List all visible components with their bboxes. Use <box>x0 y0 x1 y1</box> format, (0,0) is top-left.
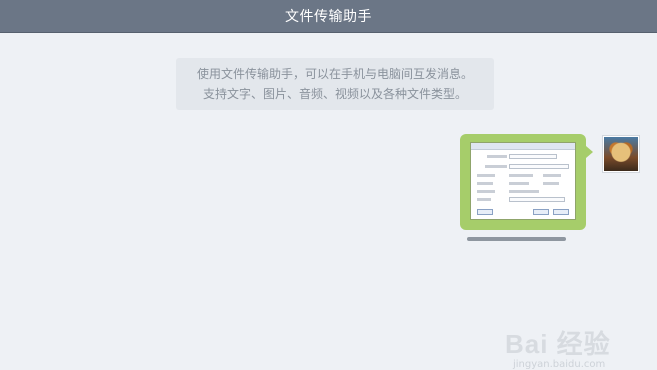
thumbnail-button <box>533 209 549 215</box>
baidu-watermark: Bai 经验 jingyan.baidu.com <box>505 324 611 370</box>
user-avatar-icon[interactable] <box>602 135 640 173</box>
thumbnail-button <box>553 209 569 215</box>
thumbnail-row <box>477 182 493 185</box>
image-message-bubble[interactable] <box>460 134 593 230</box>
thumbnail-row <box>477 190 495 193</box>
system-hint: 使用文件传输助手，可以在手机与电脑间互发消息。 支持文字、图片、音频、视频以及各… <box>176 58 494 110</box>
thumbnail-button <box>477 209 493 215</box>
thumbnail-row <box>487 155 507 158</box>
title-bar: 文件传输助手 <box>0 0 657 33</box>
hint-line-1: 使用文件传输助手，可以在手机与电脑间互发消息。 <box>196 67 473 81</box>
thumbnail-row <box>477 174 495 177</box>
image-thumbnail[interactable] <box>470 142 576 220</box>
thumbnail-row <box>543 174 561 177</box>
window-title: 文件传输助手 <box>285 9 372 25</box>
thumbnail-row <box>543 182 559 185</box>
avatar-image <box>604 137 638 171</box>
image-progress-bar <box>467 237 566 241</box>
thumbnail-row <box>509 174 533 177</box>
thumbnail-field <box>509 164 569 169</box>
thumbnail-row <box>509 182 529 185</box>
chat-message-area[interactable]: 使用文件传输助手，可以在手机与电脑间互发消息。 支持文字、图片、音频、视频以及各… <box>0 33 657 370</box>
thumbnail-field <box>509 197 565 202</box>
hint-line-2: 支持文字、图片、音频、视频以及各种文件类型。 <box>202 87 467 101</box>
thumbnail-row <box>477 198 491 201</box>
thumbnail-row <box>485 165 507 168</box>
watermark-logo: Bai 经验 <box>505 329 611 359</box>
thumbnail-row <box>509 190 539 193</box>
thumbnail-field <box>509 154 557 159</box>
thumbnail-window-titlebar <box>471 143 575 150</box>
